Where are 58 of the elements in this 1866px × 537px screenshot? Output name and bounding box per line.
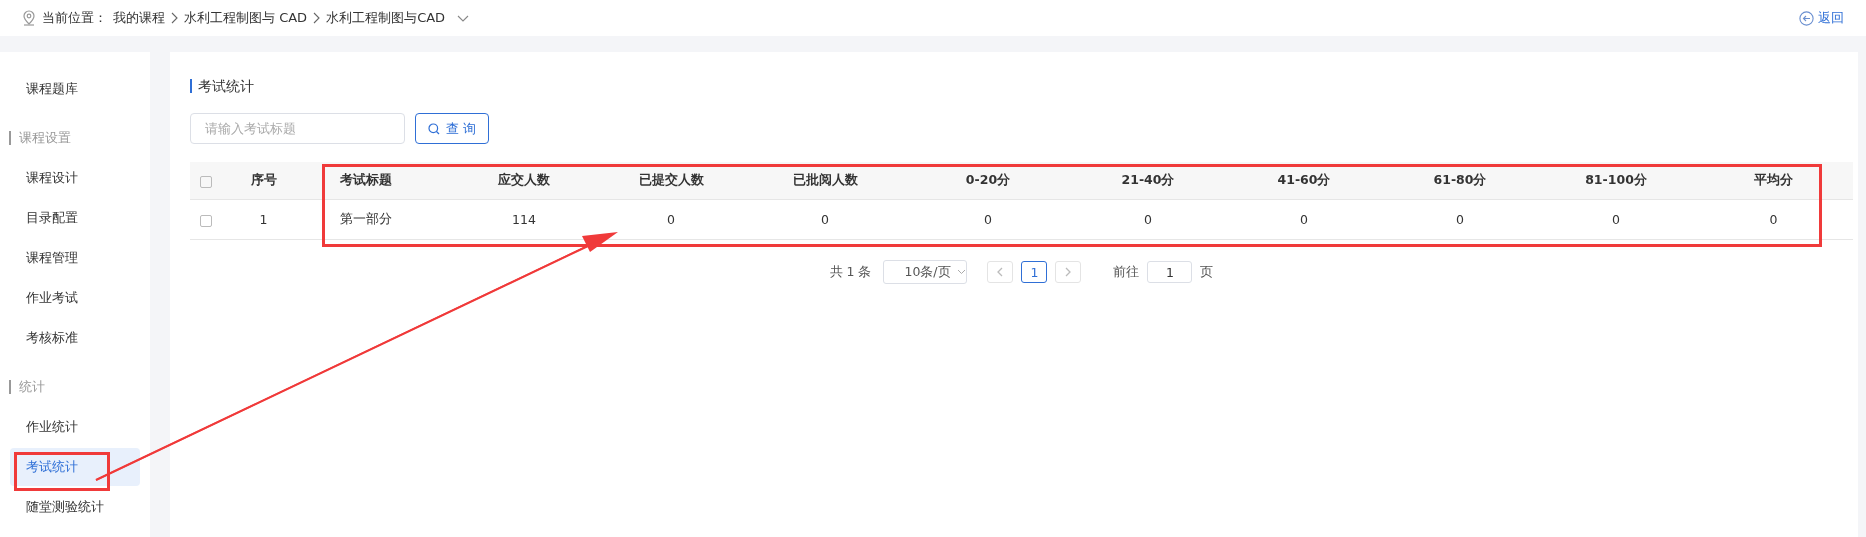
previous-page-button[interactable] <box>987 261 1014 283</box>
column-header: 已批阅人数 <box>792 172 858 187</box>
table-cell: 114 <box>512 212 536 227</box>
back-link[interactable]: 返回 <box>1818 9 1844 27</box>
column-header: 61-80分 <box>1433 172 1487 187</box>
table-cell: 0 <box>821 212 829 227</box>
column-header: 考试标题 <box>340 172 392 187</box>
sidebar-item[interactable]: 随堂测验统计 <box>10 488 140 526</box>
column-header: 序号 <box>250 172 277 187</box>
sidebar-item[interactable]: 考核标准 <box>10 319 140 357</box>
column-header: 应交人数 <box>498 172 550 187</box>
total-count: 共 1 条 <box>829 263 872 281</box>
column-header: 21-40分 <box>1121 172 1175 187</box>
chevron-right-icon <box>1065 267 1072 277</box>
table-cell: 0 <box>1300 212 1308 227</box>
table-cell: 0 <box>1144 212 1152 227</box>
breadcrumb-link[interactable]: 水利工程制图与 CAD <box>184 9 308 27</box>
sidebar-item[interactable]: 目录配置 <box>10 199 140 237</box>
location-icon <box>22 10 36 26</box>
table-cell: 0 <box>1612 212 1620 227</box>
table-cell: 第一部分 <box>340 211 392 226</box>
search-icon <box>428 122 440 135</box>
table-cell: 0 <box>667 212 675 227</box>
page-size-select[interactable]: 10条/页 <box>883 260 968 284</box>
sidebar-group-heading: 统计 <box>9 380 45 394</box>
goto-label: 前往 <box>1113 263 1140 281</box>
column-header: 平均分 <box>1754 172 1793 187</box>
chevron-right-icon <box>171 12 178 24</box>
table-cell: 0 <box>984 212 992 227</box>
table-cell: 0 <box>1456 212 1464 227</box>
page-suffix: 页 <box>1200 263 1214 281</box>
chevron-left-icon <box>997 267 1004 277</box>
checkbox[interactable] <box>200 214 212 227</box>
page-number[interactable]: 1 <box>1021 261 1048 283</box>
sidebar-item[interactable]: 作业统计 <box>10 408 140 446</box>
column-header: 81-100分 <box>1585 172 1647 187</box>
sidebar-item[interactable]: 课程管理 <box>10 239 140 277</box>
table-cell: 0 <box>1769 212 1778 227</box>
sidebar-item[interactable]: 课程题库 <box>10 70 140 108</box>
table-cell: 1 <box>259 212 268 227</box>
breadcrumb-label: 当前位置： <box>42 9 107 27</box>
next-page-button[interactable] <box>1055 261 1082 283</box>
breadcrumb-link[interactable]: 水利工程制图与CAD <box>326 9 446 27</box>
column-header: 41-60分 <box>1277 172 1331 187</box>
checkbox[interactable] <box>200 175 212 188</box>
column-header: 0-20分 <box>965 172 1011 187</box>
chevron-right-icon <box>313 12 321 24</box>
breadcrumb-link[interactable]: 我的课程 <box>113 9 165 27</box>
sidebar-group-heading: 课程设置 <box>9 131 71 145</box>
chevron-down-icon[interactable] <box>457 14 470 22</box>
sidebar-item[interactable]: 课程设计 <box>10 159 140 197</box>
search-button[interactable]: 查 询 <box>415 113 490 144</box>
page-jump-field[interactable]: 1 <box>1147 261 1193 283</box>
section-title: 考试统计 <box>190 79 254 93</box>
search-field[interactable]: 请输入考试标题 <box>190 113 405 144</box>
column-header: 已提交人数 <box>638 172 704 187</box>
sidebar-item[interactable]: 作业考试 <box>10 279 140 317</box>
chevron-down-icon <box>956 269 966 275</box>
